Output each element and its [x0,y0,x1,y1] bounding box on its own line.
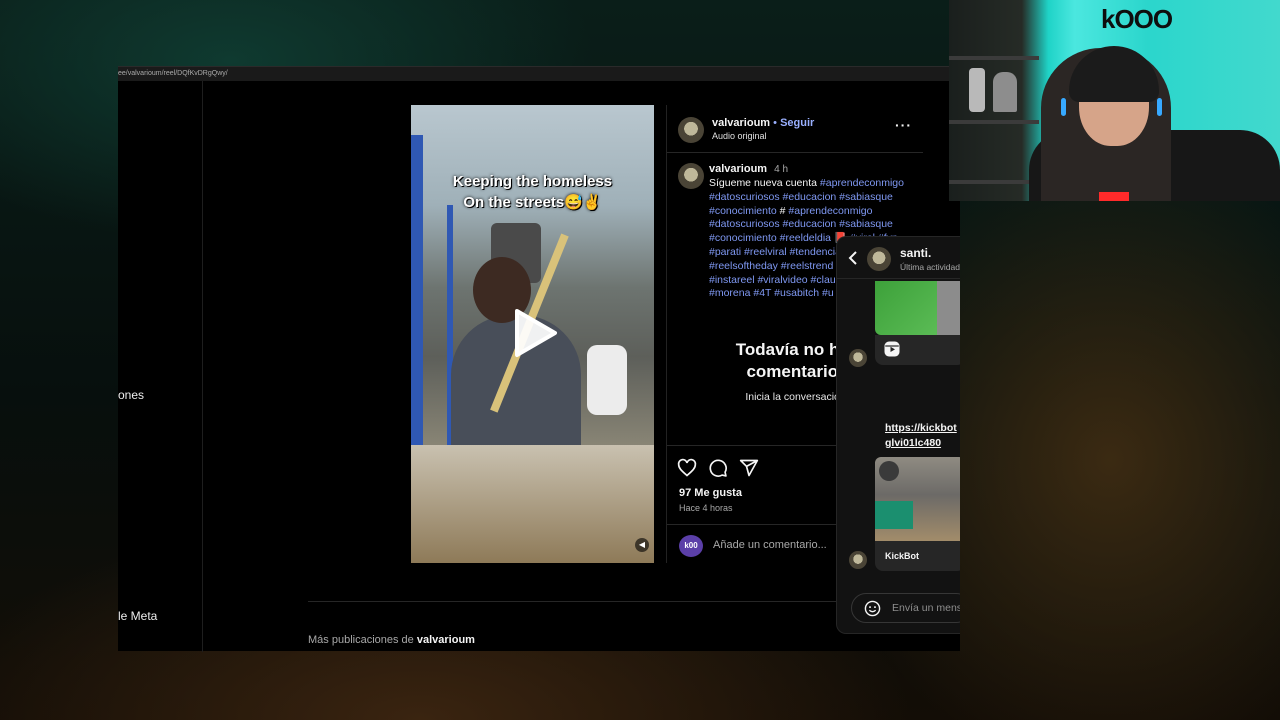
webcam-trophy [969,68,985,112]
webcam-headset-light [1061,98,1066,116]
divider [308,601,928,602]
video-caption-line: Keeping the homeless [452,173,613,190]
follow-separator: • [773,117,778,129]
webcam-shelf [949,56,1039,60]
url-text: ee/valvarioum/reel/DQfKvDRgQwy/ [118,70,228,77]
more-posts-heading[interactable]: Más publicaciones de valvarioum [308,634,475,646]
follow-button[interactable]: Seguir [780,117,814,129]
video-caption: Keeping the homeless On the streets😅✌ [411,171,654,213]
post-time: Hace 4 horas [679,503,733,513]
post-header: valvarioum • Seguir Audio original ··· [667,105,923,153]
webcam-chair-light [1099,192,1129,201]
avatar[interactable] [849,551,867,569]
back-chevron-icon[interactable] [847,251,859,265]
caption-hashtag[interactable]: #datoscuriosos #educacion #sabiasque [709,191,893,203]
likes-count[interactable]: 97 Me gusta [679,487,742,499]
caption-hash: # [779,204,786,217]
caption-hashtag[interactable]: #parati #reelviral #tendencia [709,246,841,258]
caption-hashtag[interactable]: #aprendeconmigo [788,205,872,217]
shared-link-thumbnail[interactable] [875,457,960,541]
webcam-headset-light [1157,98,1162,116]
caption-time: 4 h [774,164,789,175]
dm-activity-status: Última actividad [900,262,960,272]
audio-label[interactable]: Audio original [712,131,767,141]
play-icon[interactable] [511,307,559,359]
webcam-figure [993,72,1017,112]
shared-reel-thumbnail[interactable] [875,281,960,335]
caption-hashtag[interactable]: #instareel #viralvideo #clau [709,274,836,286]
caption-text: Sígueme nueva cuenta [709,177,817,189]
dm-message-box: Envía un mensaje... [851,593,960,623]
dm-link-line: glvi01lc480 [885,437,942,449]
caption-hashtag[interactable]: #conocimiento [709,205,777,217]
comment-input[interactable]: Añade un comentario... [713,539,827,551]
caption-hashtag[interactable]: #aprendeconmigo [820,177,904,189]
more-posts-user[interactable]: valvarioum [417,634,475,646]
direct-message-panel: santi. Última actividad https://kickbot … [836,236,960,634]
video-scene-bag [587,345,627,415]
avatar[interactable] [849,349,867,367]
volume-icon[interactable]: ◀ [635,538,649,552]
webcam-shelf [949,180,1039,184]
dm-link[interactable]: https://kickbot glvi01lc480 [885,421,957,451]
shared-link-card[interactable]: KickBot [875,541,960,571]
webcam-overlay: kOOO [949,0,1280,201]
thumbnail-webcam [875,501,913,529]
avatar[interactable] [678,163,704,189]
webcam-logo: kOOO [1101,4,1173,34]
browser-window: ee/valvarioum/reel/DQfKvDRgQwy/ ones le … [118,66,960,652]
emoji-avatar-icon[interactable]: k00 [679,535,703,557]
caption-hashtag[interactable]: #morena #4T #usabitch #u [709,287,834,299]
sidebar-footer-partial[interactable]: le Meta [118,609,157,623]
reel-video[interactable]: Keeping the homeless On the streets😅✌ ◀ [411,105,654,563]
dm-link-line: https://kickbot [885,422,957,434]
post-username[interactable]: valvarioum [712,117,770,129]
thumbnail-edge [937,281,960,335]
caption-hashtag[interactable]: #reelsoftheday #reelstrend [709,260,833,272]
sidebar-item-partial[interactable]: ones [118,388,144,402]
video-scene-bin [411,445,654,563]
comment-icon[interactable] [708,458,728,478]
avatar[interactable] [678,117,704,143]
address-bar[interactable]: ee/valvarioum/reel/DQfKvDRgQwy/ [118,67,960,81]
more-options-icon[interactable]: ··· [895,117,912,133]
caption-username[interactable]: valvarioum [709,163,767,175]
video-caption-line: On the streets😅✌ [463,194,602,211]
reel-icon [884,341,900,357]
webcam-shelf [949,120,1039,124]
caption-hashtag[interactable]: #datoscuriosos #educacion #sabiasque [709,218,893,230]
emoji-icon[interactable] [864,600,881,617]
dm-message-input[interactable]: Envía un mensaje... [892,602,960,614]
avatar[interactable] [867,247,891,271]
shared-reel-footer[interactable] [875,335,960,365]
link-card-title: KickBot [885,551,920,561]
dm-header: santi. Última actividad [837,237,960,279]
thumbnail-detail [879,461,899,481]
share-icon[interactable] [739,458,759,478]
sidebar-divider [202,81,203,652]
heart-icon[interactable] [677,458,697,478]
more-posts-prefix: Más publicaciones de [308,634,414,646]
dm-contact-name[interactable]: santi. [900,246,931,260]
